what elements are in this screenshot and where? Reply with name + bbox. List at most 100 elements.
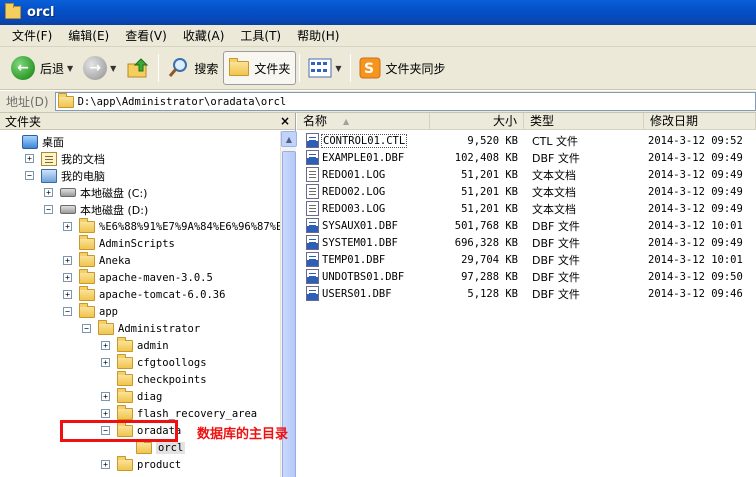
file-size: 51,201 KB [461, 185, 518, 198]
file-modified: 2014-3-12 09:46 [648, 287, 743, 300]
dbf-file-icon [306, 150, 319, 165]
file-row[interactable]: REDO03.LOG 51,201 KB 文本文档 2014-3-12 09:49 [297, 200, 756, 217]
expand-icon[interactable]: + [63, 222, 72, 231]
expand-icon[interactable]: + [101, 409, 110, 418]
tree-item-label: 本地磁盘 (C:) [80, 186, 148, 200]
file-modified: 2014-3-12 10:01 [648, 253, 743, 266]
expand-icon[interactable]: + [101, 341, 110, 350]
file-row[interactable]: TEMP01.DBF 29,704 KB DBF 文件 2014-3-12 10:01 [297, 251, 756, 268]
column-header-name[interactable]: 名称 ▲ [297, 113, 430, 130]
tree-item[interactable]: + product [101, 455, 182, 473]
expand-icon[interactable]: + [63, 273, 72, 282]
scroll-up-arrow-icon[interactable]: ▲ [281, 131, 297, 147]
file-row[interactable]: SYSAUX01.DBF 501,768 KB DBF 文件 2014-3-12 10… [297, 217, 756, 234]
tree-item[interactable]: + %E6%88%91%E7%9A%84%E6%96%87%E6%A1 [63, 217, 280, 235]
tree-item[interactable]: −桌面 [6, 133, 64, 150]
file-type: DBF 文件 [532, 253, 580, 267]
tree-item[interactable]: + Aneka [63, 251, 131, 269]
expand-icon[interactable]: + [101, 358, 110, 367]
collapse-icon[interactable]: − [63, 307, 72, 316]
file-row[interactable]: UNDOTBS01.DBF 97,288 KB DBF 文件 2014-3-12 09… [297, 268, 756, 285]
chevron-down-icon[interactable]: ▼ [110, 64, 116, 73]
tree-item[interactable]: + apache-maven-3.0.5 [63, 268, 213, 286]
tree-item[interactable]: + 我的文档 [25, 150, 105, 167]
file-size: 9,520 KB [467, 134, 518, 147]
file-name-cell: SYSAUX01.DBF [297, 218, 430, 233]
tree-item-label: app [99, 305, 118, 318]
file-name: SYSTEM01.DBF [322, 236, 398, 249]
folder-icon [79, 268, 95, 284]
menu-view[interactable]: 查看(V) [117, 26, 175, 46]
search-button[interactable]: 搜索 [162, 51, 223, 85]
folder-icon [98, 319, 114, 335]
tree-item[interactable]: + diag [101, 387, 162, 405]
forward-button[interactable]: → ▼ [78, 51, 121, 85]
folder-sync-button[interactable]: S 文件夹同步 [354, 51, 451, 85]
tree-item[interactable]: AdminScripts [63, 234, 175, 252]
menu-favorites[interactable]: 收藏(A) [175, 26, 233, 46]
toolbar: ← 后退 ▼ → ▼ 搜索 文件夹 ▼ S 文件夹同步 [0, 47, 756, 90]
collapse-icon[interactable]: − [25, 171, 34, 180]
menu-bar: 文件(F) 编辑(E) 查看(V) 收藏(A) 工具(T) 帮助(H) [0, 25, 756, 47]
file-name-cell: REDO01.LOG [297, 167, 430, 182]
dbf-file-icon [306, 235, 319, 250]
up-button[interactable] [121, 51, 155, 85]
sync-icon: S [359, 57, 381, 79]
address-input[interactable]: D:\app\Administrator\oradata\orcl [54, 92, 756, 111]
tree-item[interactable]: − 我的电脑 [25, 167, 105, 184]
column-header-modified[interactable]: 修改日期 [644, 113, 756, 130]
tree-item-label: AdminScripts [99, 237, 175, 250]
file-row[interactable]: REDO01.LOG 51,201 KB 文本文档 2014-3-12 09:49 [297, 166, 756, 183]
tree-item[interactable]: − 本地磁盘 (D:) [44, 201, 148, 218]
folder-icon [5, 3, 21, 19]
file-size: 696,328 KB [454, 236, 518, 249]
expand-icon[interactable]: + [101, 392, 110, 401]
file-type: DBF 文件 [532, 219, 580, 233]
address-bar: 地址(D) D:\app\Administrator\oradata\orcl [0, 91, 756, 113]
expand-icon[interactable]: + [63, 256, 72, 265]
close-icon[interactable]: × [280, 114, 290, 128]
chevron-down-icon[interactable]: ▼ [335, 64, 341, 73]
folders-button[interactable]: 文件夹 [223, 51, 297, 85]
collapse-icon[interactable]: − [82, 324, 91, 333]
chevron-down-icon[interactable]: ▼ [67, 64, 73, 73]
expand-icon[interactable]: + [63, 290, 72, 299]
tree-item[interactable]: + 本地磁盘 (C:) [44, 184, 147, 201]
back-button[interactable]: ← 后退 ▼ [6, 51, 78, 85]
menu-edit[interactable]: 编辑(E) [60, 26, 117, 46]
tree-item[interactable]: + cfgtoollogs [101, 353, 207, 371]
tree-item[interactable]: + apache-tomcat-6.0.36 [63, 285, 226, 303]
menu-tools[interactable]: 工具(T) [232, 26, 289, 46]
file-name-cell: SYSTEM01.DBF [297, 235, 430, 250]
file-row[interactable]: USERS01.DBF 5,128 KB DBF 文件 2014-3-12 09:46 [297, 285, 756, 302]
column-header-type[interactable]: 类型 [524, 113, 644, 130]
file-modified: 2014-3-12 09:50 [648, 270, 743, 283]
collapse-icon[interactable]: − [44, 205, 53, 214]
tree-item-label: 本地磁盘 (D:) [80, 203, 149, 217]
file-modified: 2014-3-12 09:49 [648, 202, 743, 215]
tree-item-label: apache-tomcat-6.0.36 [99, 288, 226, 301]
tree-item[interactable]: checkpoints [101, 370, 207, 388]
folder-icon [117, 353, 133, 369]
tree-item[interactable]: + admin [101, 336, 169, 354]
address-value: D:\app\Administrator\oradata\orcl [77, 95, 287, 108]
column-header-size[interactable]: 大小 [430, 113, 524, 130]
tree-item[interactable]: − app [63, 302, 118, 320]
views-icon [308, 58, 332, 78]
file-type: DBF 文件 [532, 236, 580, 250]
menu-file[interactable]: 文件(F) [4, 26, 60, 46]
expand-icon[interactable]: + [101, 460, 110, 469]
views-button[interactable]: ▼ [303, 51, 346, 85]
expand-icon[interactable]: + [25, 154, 34, 163]
file-row[interactable]: REDO02.LOG 51,201 KB 文本文档 2014-3-12 09:49 [297, 183, 756, 200]
tree-item[interactable]: − Administrator [82, 319, 200, 337]
file-row[interactable]: SYSTEM01.DBF 696,328 KB DBF 文件 2014-3-12 09… [297, 234, 756, 251]
file-name-cell: CONTROL01.CTL [297, 133, 430, 148]
menu-help[interactable]: 帮助(H) [289, 26, 347, 46]
file-row[interactable]: EXAMPLE01.DBF 102,408 KB DBF 文件 2014-3-12 0… [297, 149, 756, 166]
tree-item-label: product [137, 458, 182, 471]
file-type: 文本文档 [532, 202, 576, 216]
file-row[interactable]: CONTROL01.CTL 9,520 KB CTL 文件 2014-3-12 09:… [297, 132, 756, 149]
expand-icon[interactable]: + [44, 188, 53, 197]
file-name: TEMP01.DBF [322, 253, 386, 266]
